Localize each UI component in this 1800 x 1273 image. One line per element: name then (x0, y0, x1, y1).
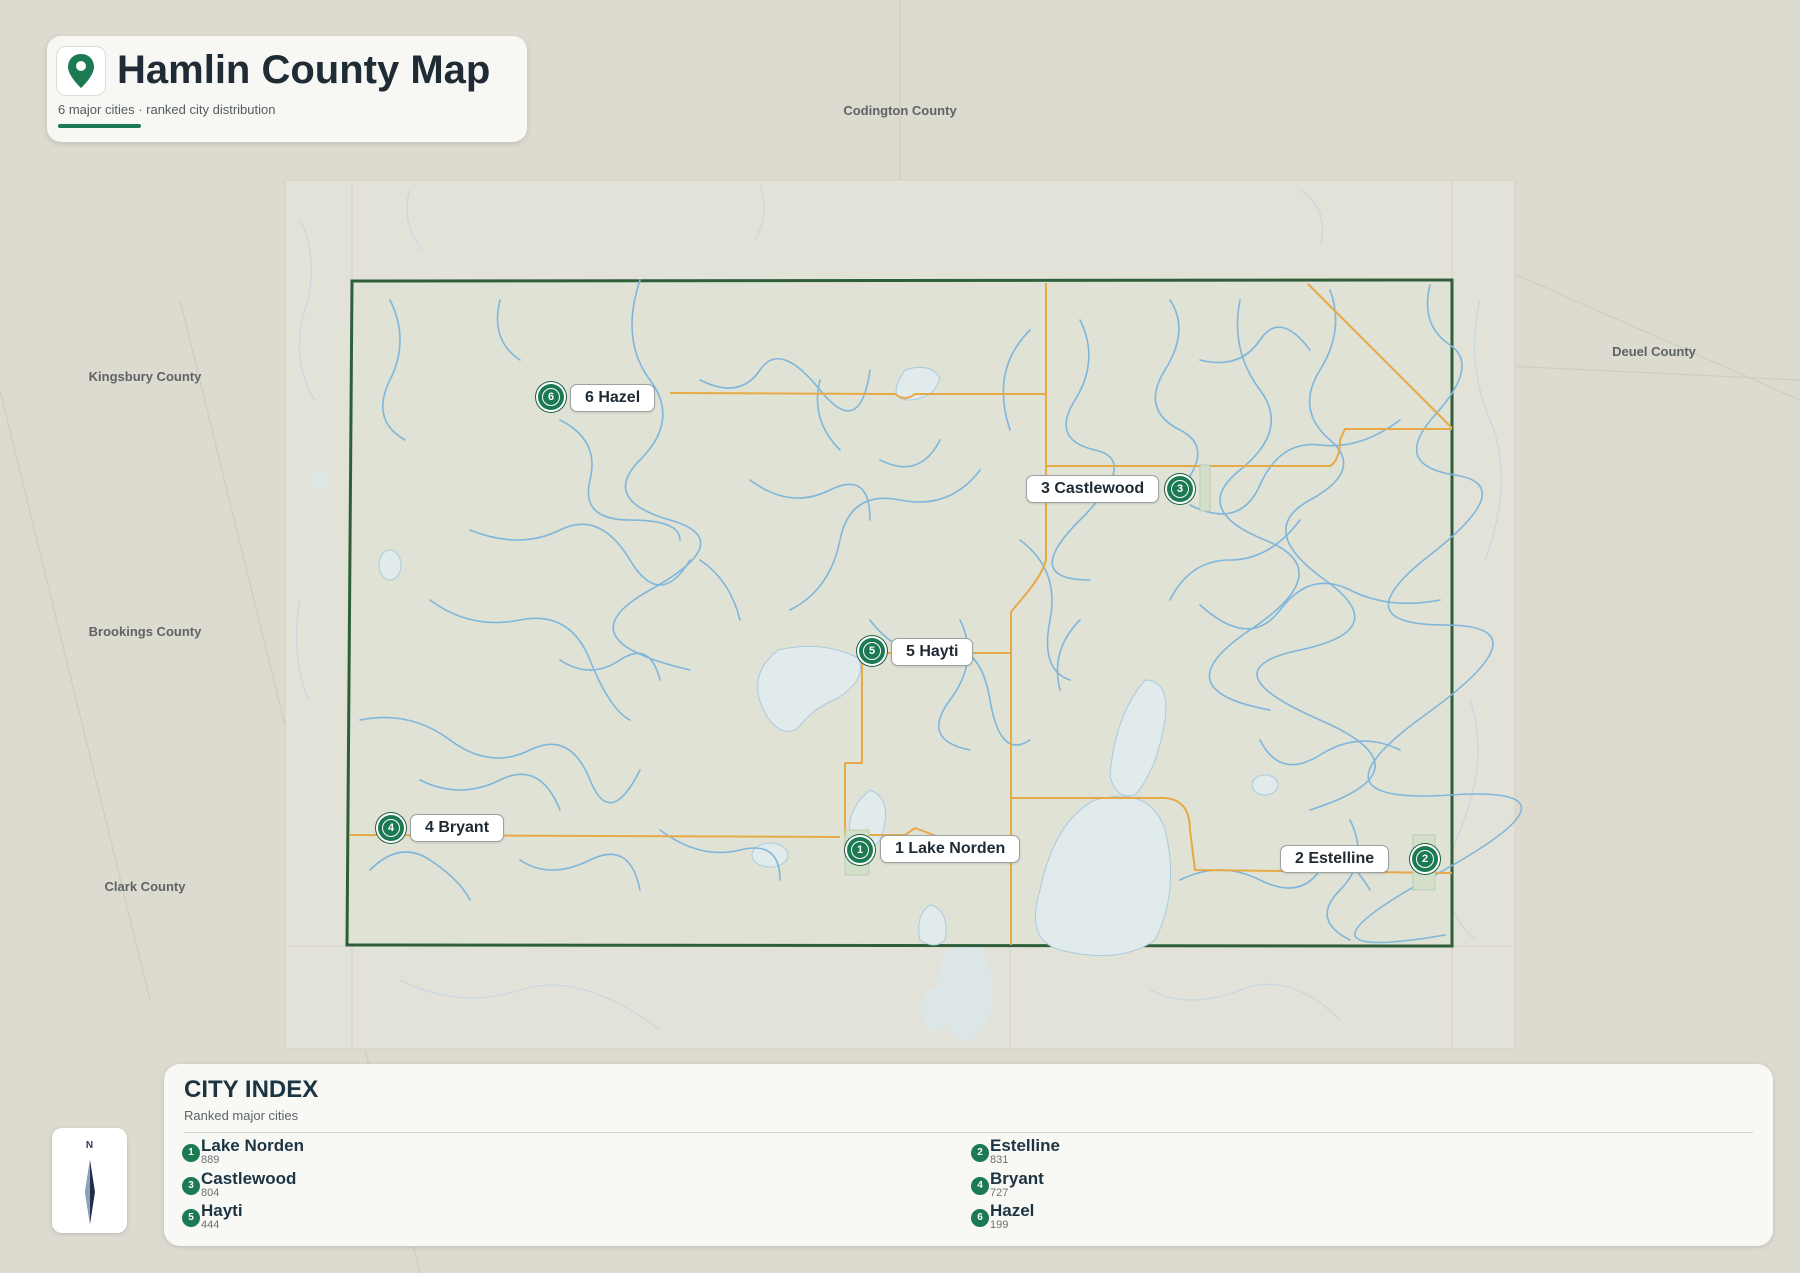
compass-north-label: N (85, 1140, 94, 1151)
rank-badge: 2 (971, 1144, 989, 1162)
city-population: 889 (201, 1154, 220, 1166)
city-name: Hayti (201, 1201, 243, 1220)
city-name: Hazel (990, 1201, 1035, 1220)
city-label-castlewood[interactable]: 3 Castlewood (1026, 475, 1160, 503)
city-marker-hayti[interactable]: 5 (859, 638, 885, 664)
map-pin-icon (56, 46, 106, 96)
county-label-clark: Clark County (104, 879, 186, 894)
city-label-bryant[interactable]: 4 Bryant (410, 814, 505, 842)
city-marker-lake-norden[interactable]: 1 (847, 837, 873, 863)
city-marker-rank: 2 (1416, 850, 1434, 868)
city-label-hayti[interactable]: 5 Hayti (891, 638, 974, 666)
rank-badge: 4 (971, 1177, 989, 1195)
city-marker-bryant[interactable]: 4 (378, 815, 404, 841)
city-population: 444 (201, 1219, 220, 1231)
city-name: Lake Norden (201, 1136, 304, 1155)
rank-badge: 5 (182, 1209, 200, 1227)
city-marker-rank: 1 (851, 841, 869, 859)
city-index-title: CITY INDEX (184, 1076, 319, 1103)
city-name: Castlewood (201, 1169, 297, 1188)
rank-badge: 3 (182, 1177, 200, 1195)
county-label-codington: Codington County (843, 103, 957, 118)
rank-badge: 6 (971, 1209, 989, 1227)
county-label-kingsbury: Kingsbury County (88, 369, 202, 384)
title-underline (58, 124, 141, 128)
county-label-brookings: Brookings County (88, 624, 202, 639)
city-population: 727 (990, 1187, 1009, 1199)
city-label-lake-norden[interactable]: 1 Lake Norden (880, 835, 1021, 863)
city-population: 199 (990, 1219, 1009, 1231)
city-index-panel: CITY INDEX Ranked major cities 1 Lake No… (164, 1064, 1773, 1246)
city-label-estelline[interactable]: 2 Estelline (1280, 845, 1390, 873)
city-marker-estelline[interactable]: 2 (1412, 846, 1438, 872)
city-marker-rank: 3 (1171, 480, 1189, 498)
city-marker-rank: 5 (863, 642, 881, 660)
county-label-deuel: Deuel County (1612, 344, 1696, 359)
city-index-subtitle: Ranked major cities (184, 1108, 299, 1123)
city-name: Bryant (990, 1169, 1044, 1188)
city-marker-rank: 6 (542, 388, 560, 406)
title-card: Hamlin County Map 6 major cities · ranke… (47, 36, 527, 142)
city-population: 804 (201, 1187, 220, 1199)
rank-badge: 1 (182, 1144, 200, 1162)
city-marker-hazel[interactable]: 6 (538, 384, 564, 410)
divider (184, 1132, 1753, 1133)
city-marker-rank: 4 (382, 819, 400, 837)
compass-widget: N (52, 1128, 127, 1233)
city-population: 831 (990, 1154, 1009, 1166)
compass-needle-icon (85, 1160, 95, 1224)
page-title: Hamlin County Map (117, 48, 491, 92)
city-label-hazel[interactable]: 6 Hazel (570, 384, 656, 412)
page-subtitle: 6 major cities · ranked city distributio… (58, 102, 276, 117)
city-name: Estelline (990, 1136, 1060, 1155)
city-marker-castlewood[interactable]: 3 (1167, 476, 1193, 502)
